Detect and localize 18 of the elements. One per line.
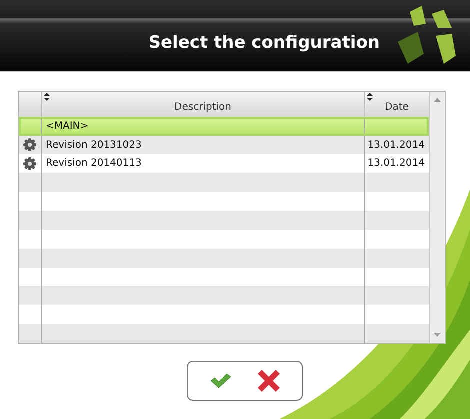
date-text: 13.01.2014 <box>368 140 425 151</box>
scrollbar[interactable] <box>429 92 445 343</box>
scroll-up-icon[interactable] <box>434 98 441 102</box>
description-text: Revision 20131023 <box>46 140 142 151</box>
close-icon <box>258 370 280 392</box>
cancel-button[interactable] <box>256 369 282 393</box>
description-text: Revision 20140113 <box>46 158 142 170</box>
gear-icon <box>23 156 37 171</box>
window-title: Select the configuration <box>148 32 380 52</box>
scroll-down-icon[interactable] <box>434 333 441 337</box>
sort-icon[interactable] <box>44 93 50 101</box>
date-text: 13.01.2014 <box>368 158 425 170</box>
description-text: <MAIN> <box>46 120 89 132</box>
sort-icon[interactable] <box>367 93 373 101</box>
table-row[interactable]: Revision 20131023 13.01.2014 <box>19 136 429 154</box>
check-icon <box>211 374 231 388</box>
gear-icon <box>23 138 37 152</box>
table-row[interactable]: <MAIN> <box>19 116 429 136</box>
